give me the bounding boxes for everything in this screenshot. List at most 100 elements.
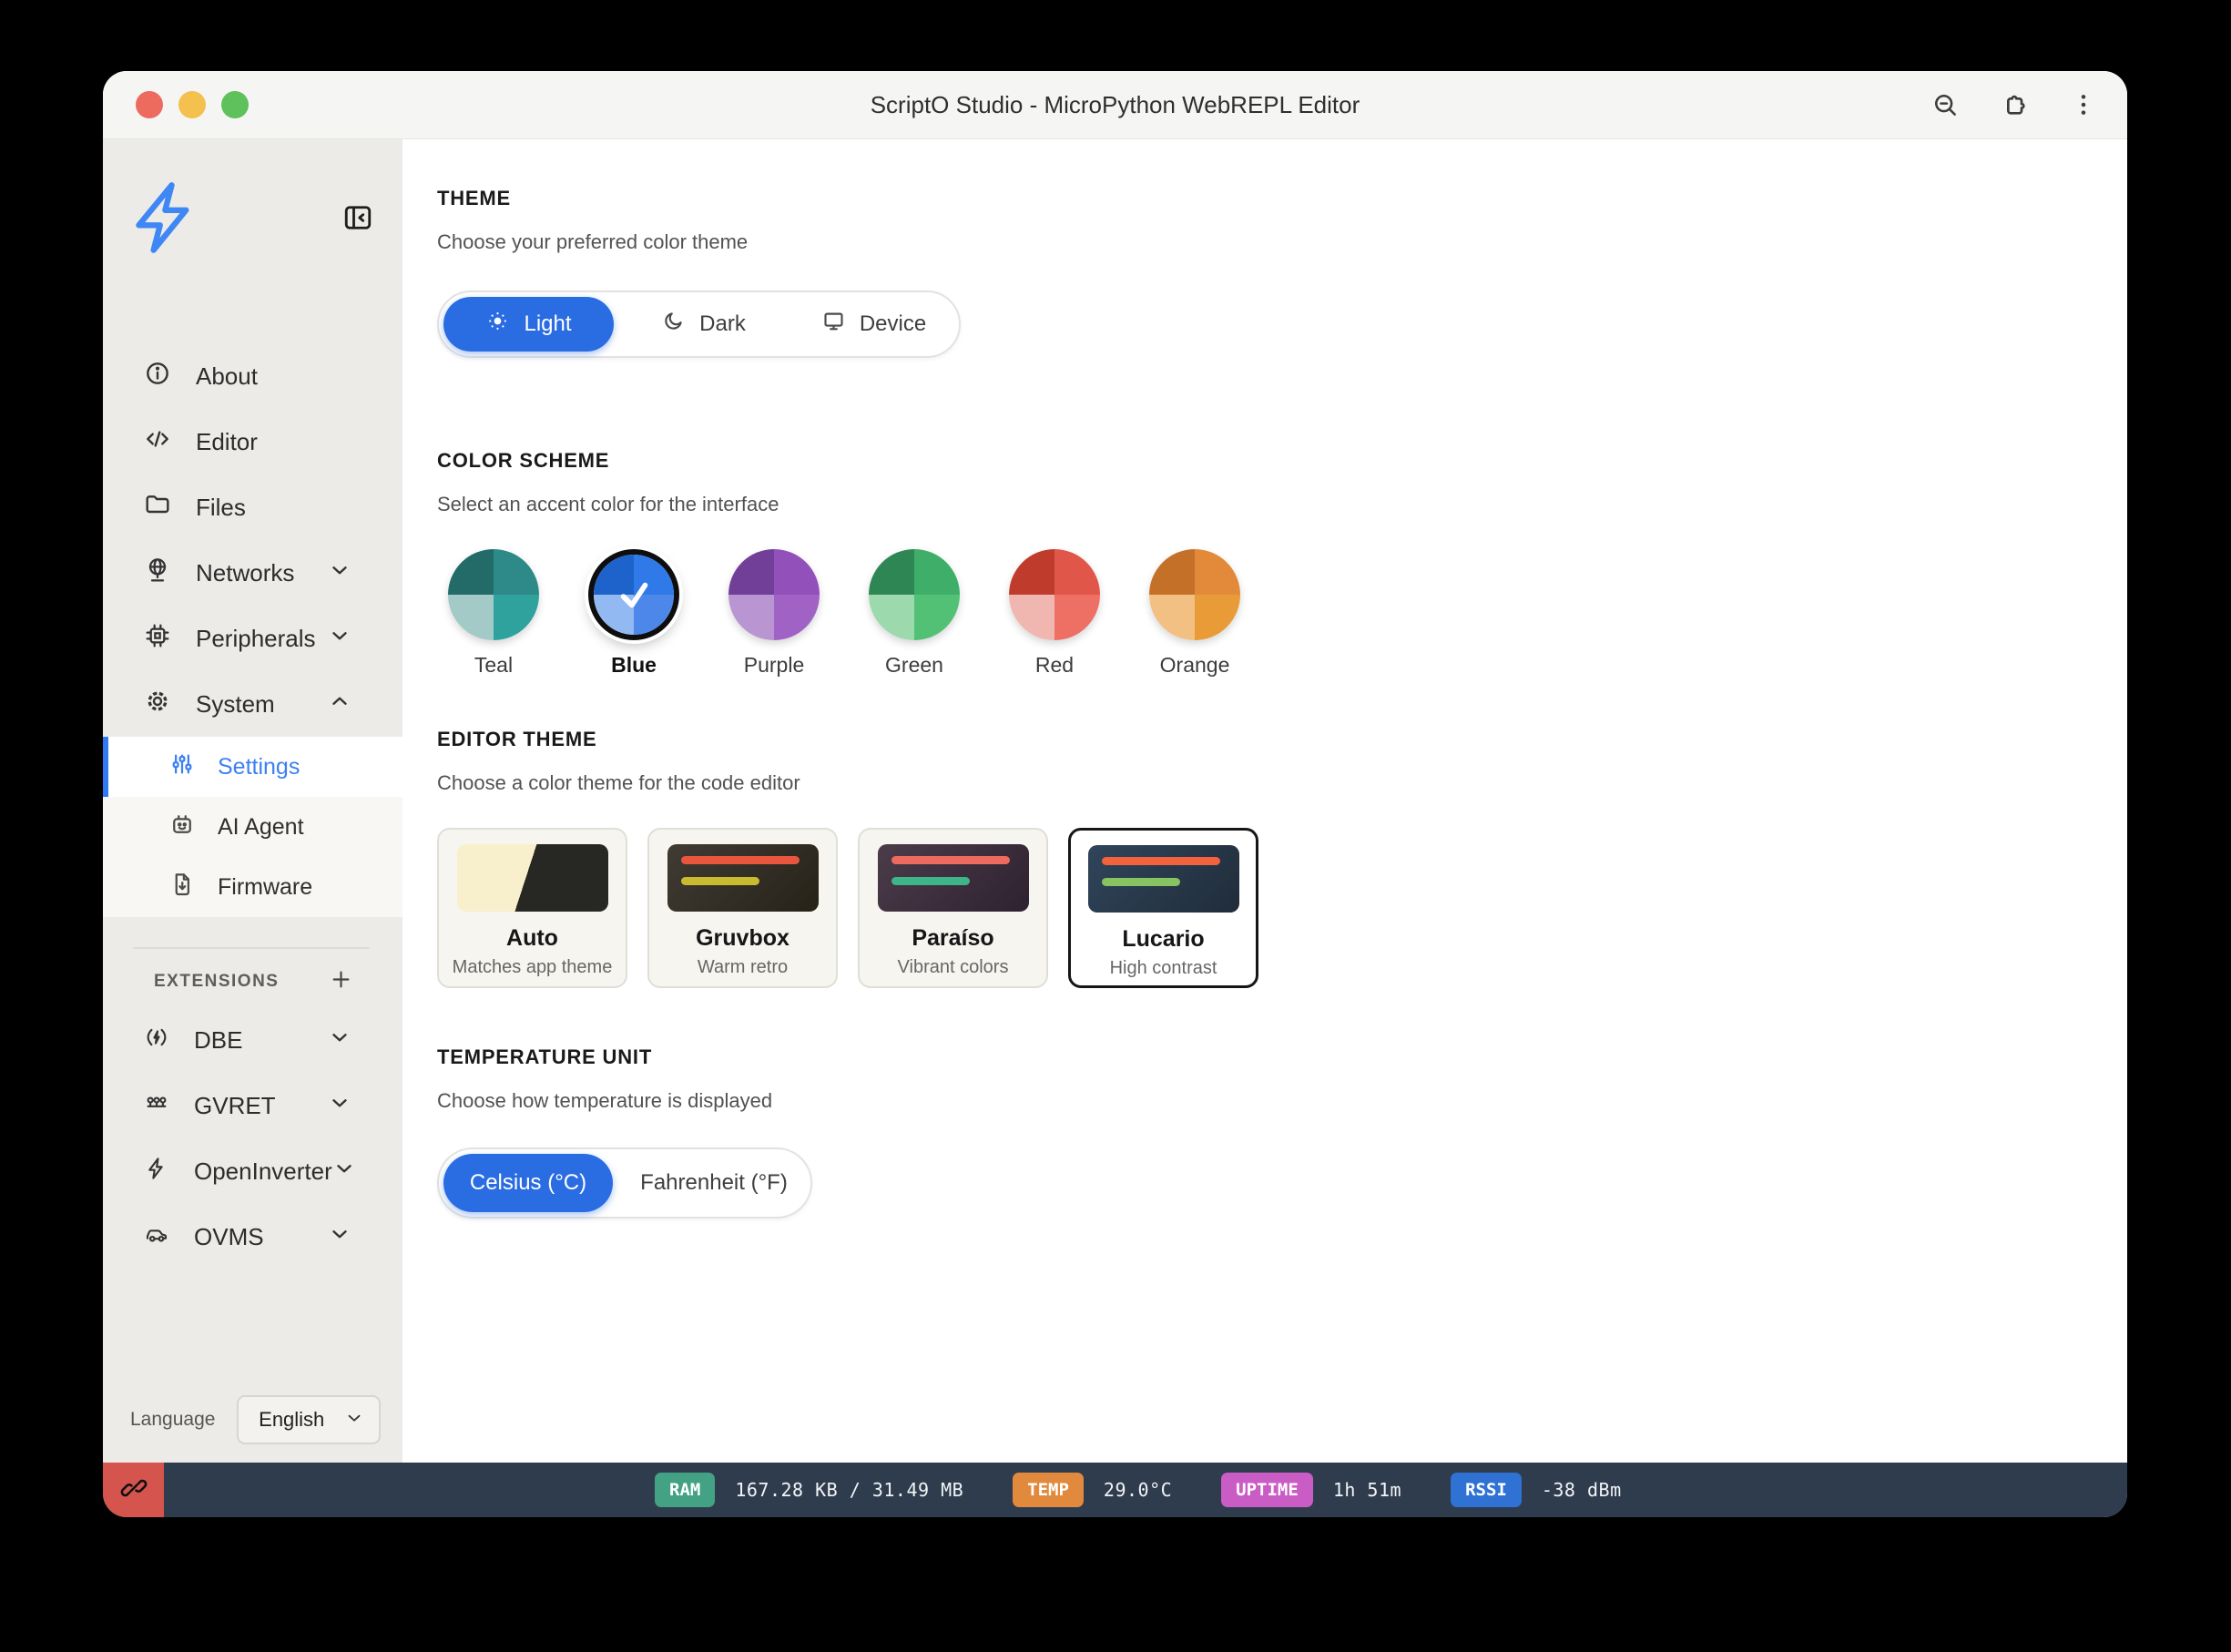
swatch-quadrant — [728, 595, 774, 640]
status-metrics: RAM 167.28 KB / 31.49 MB TEMP 29.0°C UPT… — [655, 1463, 1622, 1517]
title-bar: ScriptO Studio - MicroPython WebREPL Edi… — [103, 71, 2127, 139]
sidebar-item-gvret[interactable]: GVRET — [103, 1073, 402, 1138]
theme-option-dark[interactable]: Dark — [618, 292, 789, 356]
file-download-icon — [168, 871, 196, 904]
swatch-quadrant — [448, 549, 494, 595]
swatch-quadrant — [1149, 595, 1195, 640]
section-heading: EDITOR THEME — [437, 728, 2127, 751]
maximize-button[interactable] — [221, 91, 249, 118]
sidebar-item-about[interactable]: About — [103, 343, 402, 409]
color-swatch[interactable] — [728, 549, 820, 640]
color-option-blue: Blue — [588, 549, 679, 678]
monitor-icon — [821, 309, 846, 340]
status-badge: TEMP — [1013, 1473, 1084, 1507]
status-bar: RAM 167.28 KB / 31.49 MB TEMP 29.0°C UPT… — [103, 1463, 2127, 1517]
add-extension-icon[interactable] — [329, 967, 353, 996]
minimize-button[interactable] — [178, 91, 206, 118]
sidebar-item-files[interactable]: Files — [103, 474, 402, 540]
status-badge: UPTIME — [1221, 1473, 1313, 1507]
color-name: Red — [1035, 653, 1074, 678]
settings-page: THEME Choose your preferred color theme … — [402, 139, 2127, 1463]
theme-option-label: Device — [860, 311, 926, 337]
editor-theme-card-gruvbox[interactable]: Gruvbox Warm retro — [647, 828, 838, 988]
chevron-down-icon — [328, 1222, 351, 1252]
color-swatch[interactable] — [1009, 549, 1100, 640]
theme-option-device[interactable]: Device — [789, 292, 959, 356]
connection-link-button[interactable] — [103, 1463, 164, 1517]
extensions-puzzle-icon[interactable] — [2000, 90, 2029, 119]
color-swatch-row: Teal Blue — [437, 549, 2127, 678]
editor-theme-card-auto[interactable]: Auto Matches app theme — [437, 828, 627, 988]
temperature-option-label: Fahrenheit (°F) — [640, 1170, 788, 1196]
metric-temp: TEMP 29.0°C — [1013, 1473, 1172, 1507]
sidebar-item-settings[interactable]: Settings — [103, 737, 402, 797]
theme-section: THEME Choose your preferred color theme … — [437, 187, 2127, 358]
extensions-header: EXTENSIONS — [103, 965, 402, 998]
swatch-quadrant — [1149, 549, 1195, 595]
editor-theme-card-lucario[interactable]: Lucario High contrast — [1068, 828, 1258, 988]
editor-theme-cards: Auto Matches app theme Gruvbox Warm retr… — [437, 828, 2127, 988]
check-icon — [610, 571, 657, 618]
close-button[interactable] — [136, 91, 163, 118]
theme-option-light[interactable]: Light — [443, 297, 614, 352]
temperature-option-fahrenheit[interactable]: Fahrenheit (°F) — [617, 1149, 810, 1217]
code-line — [1102, 857, 1220, 865]
connectors-icon — [143, 1089, 170, 1123]
swatch-quadrant — [1054, 595, 1100, 640]
swatch-quadrant — [494, 595, 539, 640]
sidebar-item-ai-agent[interactable]: AI Agent — [103, 797, 402, 857]
section-description: Choose a color theme for the code editor — [437, 771, 2127, 795]
metric-value: 1h 51m — [1333, 1479, 1401, 1501]
sidebar-item-peripherals[interactable]: Peripherals — [103, 606, 402, 671]
color-swatch[interactable] — [869, 549, 960, 640]
sidebar-item-label: GVRET — [194, 1092, 276, 1120]
sidebar-item-label: DBE — [194, 1026, 242, 1055]
section-heading: COLOR SCHEME — [437, 449, 2127, 473]
sidebar-item-label: Firmware — [218, 874, 312, 901]
metric-value: -38 dBm — [1542, 1479, 1622, 1501]
temperature-option-celsius[interactable]: Celsius (°C) — [443, 1154, 613, 1212]
color-swatch-selected[interactable] — [588, 549, 679, 640]
sidebar-item-label: Settings — [218, 754, 300, 780]
color-swatch[interactable] — [448, 549, 539, 640]
theme-option-label: Dark — [699, 311, 746, 337]
sidebar-item-networks[interactable]: Networks — [103, 540, 402, 606]
swatch-quadrant — [448, 595, 494, 640]
link-icon — [120, 1474, 148, 1506]
code-line — [681, 856, 800, 864]
sidebar-item-system[interactable]: System — [103, 671, 402, 737]
code-line — [1102, 878, 1180, 886]
section-heading: TEMPERATURE UNIT — [437, 1045, 2127, 1069]
metric-uptime: UPTIME 1h 51m — [1221, 1473, 1401, 1507]
color-swatch[interactable] — [1149, 549, 1240, 640]
overflow-menu-icon[interactable] — [2069, 90, 2098, 119]
chevron-down-icon — [328, 624, 351, 654]
section-description: Choose your preferred color theme — [437, 230, 2127, 254]
sun-icon — [485, 309, 510, 340]
sidebar-item-ovms[interactable]: OVMS — [103, 1204, 402, 1270]
editor-theme-card-paraiso[interactable]: Paraíso Vibrant colors — [858, 828, 1048, 988]
sidebar-item-label: Editor — [196, 428, 258, 456]
language-label: Language — [130, 1409, 215, 1431]
zoom-out-icon[interactable] — [1930, 90, 1960, 119]
sidebar-item-firmware[interactable]: Firmware — [103, 857, 402, 917]
sidebar-item-dbe[interactable]: DBE — [103, 1007, 402, 1073]
language-select[interactable]: English — [237, 1395, 381, 1444]
theme-name: Auto — [506, 925, 558, 952]
sidebar-item-label: About — [196, 362, 258, 391]
metric-value: 167.28 KB / 31.49 MB — [735, 1479, 963, 1501]
swatch-quadrant — [869, 549, 914, 595]
sidebar-item-label: Networks — [196, 559, 294, 587]
window-title: ScriptO Studio - MicroPython WebREPL Edi… — [103, 91, 2127, 119]
sidebar-item-editor[interactable]: Editor — [103, 409, 402, 474]
car-icon — [143, 1220, 170, 1254]
window-controls — [136, 71, 249, 138]
sidebar-divider — [133, 947, 370, 949]
sidebar-item-openinverter[interactable]: OpenInverter — [103, 1138, 402, 1204]
color-option-purple: Purple — [728, 549, 820, 678]
sliders-icon — [168, 750, 196, 784]
collapse-sidebar-icon[interactable] — [341, 201, 375, 239]
sidebar-item-label: OVMS — [194, 1223, 264, 1251]
code-line — [681, 877, 759, 885]
chevron-down-icon — [344, 1408, 364, 1433]
